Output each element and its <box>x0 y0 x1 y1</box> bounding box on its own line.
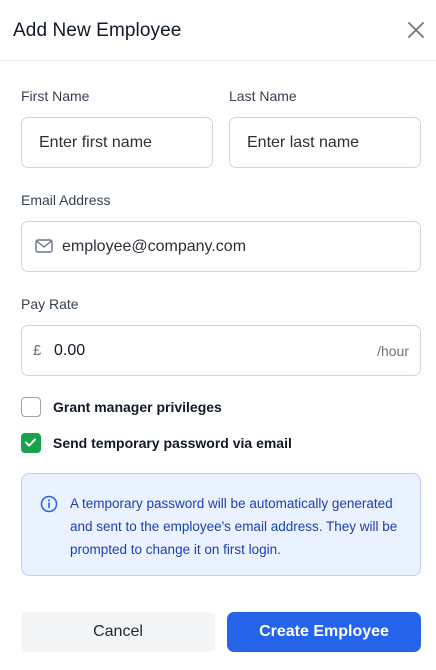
email-label: Email Address <box>21 192 111 208</box>
first-name-field <box>21 117 213 168</box>
dialog-header: Add New Employee <box>0 0 436 61</box>
email-field <box>21 221 421 272</box>
send-password-label: Send temporary password via email <box>53 435 292 451</box>
close-icon[interactable] <box>405 19 427 41</box>
info-text: A temporary password will be automatical… <box>70 496 398 557</box>
cancel-button[interactable]: Cancel <box>21 612 215 652</box>
last-name-field <box>229 117 421 168</box>
add-employee-dialog: Add New Employee First Name Last Name Em… <box>0 0 436 670</box>
pay-rate-field: £ /hour <box>21 325 421 376</box>
pay-rate-label: Pay Rate <box>21 296 79 312</box>
email-input[interactable] <box>62 222 412 271</box>
dialog-title: Add New Employee <box>13 20 182 41</box>
create-employee-button[interactable]: Create Employee <box>227 612 421 652</box>
pay-rate-input[interactable] <box>54 326 354 375</box>
last-name-label: Last Name <box>229 88 297 104</box>
last-name-input[interactable] <box>247 118 415 167</box>
manager-privileges-label: Grant manager privileges <box>53 399 222 415</box>
first-name-input[interactable] <box>39 118 207 167</box>
first-name-label: First Name <box>21 88 90 104</box>
checkmark-icon <box>25 438 36 447</box>
pay-rate-suffix: /hour <box>377 343 409 359</box>
mail-icon <box>35 238 53 254</box>
send-password-checkbox[interactable] <box>21 433 41 453</box>
currency-symbol: £ <box>33 342 42 359</box>
info-icon <box>40 495 58 513</box>
manager-privileges-checkbox[interactable] <box>21 397 41 417</box>
info-callout: A temporary password will be automatical… <box>21 473 421 576</box>
